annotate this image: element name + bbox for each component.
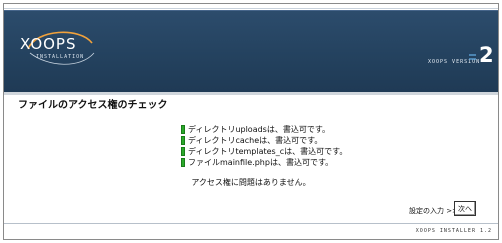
check-text: ファイルmainfile.phpは、書込可です。: [188, 158, 334, 167]
check-item: ファイルmainfile.phpは、書込可です。: [181, 157, 347, 168]
ok-icon: [181, 158, 185, 167]
footer-divider: [4, 223, 498, 224]
check-text: ディレクトリuploadsは、書込可です。: [188, 125, 331, 134]
header-divider: [4, 92, 498, 95]
logo-subtitle: INSTALLATION: [36, 54, 85, 60]
summary-message: アクセス権に問題はありません。: [191, 178, 311, 187]
ok-icon: [181, 136, 185, 145]
logo-text: XOOPS: [20, 35, 77, 53]
check-text: ディレクトリcacheは、書込可です。: [188, 136, 323, 145]
page-title: ファイルのアクセス権のチェック: [18, 100, 168, 111]
check-item: ディレクトリcacheは、書込可です。: [181, 135, 347, 146]
footer-text: XOOPS INSTALLER 1.2: [415, 228, 492, 234]
header-banner: XOOPS INSTALLATION XOOPS VERSION 2: [4, 10, 498, 92]
check-text: ディレクトリtemplates_cは、書込可です。: [188, 147, 348, 156]
next-button[interactable]: 次へ: [454, 201, 476, 216]
check-list: ディレクトリuploadsは、書込可です。 ディレクトリcacheは、書込可です…: [181, 124, 347, 168]
ok-icon: [181, 125, 185, 134]
top-strip: [4, 4, 498, 9]
version-number: 2: [479, 43, 494, 67]
ok-icon: [181, 147, 185, 156]
check-item: ディレクトリuploadsは、書込可です。: [181, 124, 347, 135]
next-step-label: 設定の入力 >>: [409, 207, 458, 215]
check-item: ディレクトリtemplates_cは、書込可です。: [181, 146, 347, 157]
